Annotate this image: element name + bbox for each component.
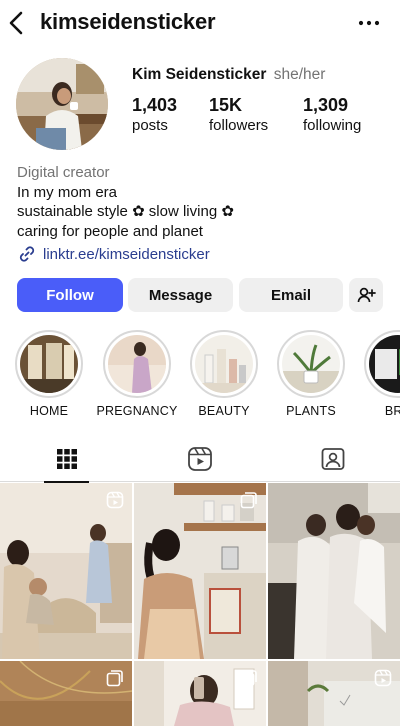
posts-grid [0, 483, 400, 726]
highlight-plants[interactable]: PLANTS [269, 330, 353, 418]
tagged-icon [321, 448, 344, 470]
highlight-plants-thumbnail [282, 335, 340, 393]
highlight-brands-thumbnail [369, 335, 400, 393]
post-thumbnail[interactable] [0, 661, 132, 726]
stat-posts[interactable]: 1,403 posts [132, 95, 177, 134]
multiple-images-icon [240, 670, 257, 687]
story-highlights: HOME PREGNANCY BEAUTY PLANTS BR [0, 330, 400, 420]
tab-posts[interactable] [0, 436, 133, 483]
bio-line: In my mom era [17, 183, 118, 201]
highlight-home[interactable]: HOME [7, 330, 91, 418]
post-thumbnail[interactable] [134, 661, 266, 726]
top-bar: kimseidensticker [0, 0, 400, 48]
profile-tabs [0, 436, 400, 483]
tab-tagged[interactable] [266, 436, 399, 482]
display-name: Kim Seidensticker [132, 66, 267, 83]
add-person-icon [357, 287, 376, 303]
bio-line: caring for people and planet [17, 222, 203, 240]
highlight-home-thumbnail [20, 335, 78, 393]
link-icon [19, 246, 35, 262]
profile-bio: Digital creator In my mom era sustainabl… [17, 163, 387, 241]
post-thumbnail[interactable] [0, 483, 132, 659]
tab-reels[interactable] [133, 436, 266, 482]
grid-icon [56, 449, 77, 469]
chevron-left-icon [9, 11, 23, 35]
bio-line: sustainable style ✿ slow living ✿ [17, 203, 234, 220]
message-button[interactable]: Message [128, 278, 233, 312]
highlight-brands[interactable]: BRA [356, 330, 400, 418]
highlight-beauty-thumbnail [195, 335, 253, 393]
more-horizontal-icon [358, 20, 380, 26]
pronouns: she/her [273, 66, 326, 83]
stat-following-label: following [303, 117, 362, 134]
stat-following[interactable]: 1,309 following [303, 95, 361, 134]
profile-name-row: Kim Seidensticker she/her [132, 66, 325, 84]
highlight-label: BEAUTY [198, 404, 250, 418]
stat-posts-label: posts [132, 117, 168, 134]
follow-button[interactable]: Follow [17, 278, 123, 312]
bio-link-text: linktr.ee/kimseidensticker [43, 245, 210, 263]
post-thumbnail[interactable] [134, 483, 266, 659]
stat-followers-label: followers [209, 117, 269, 134]
profile-username: kimseidensticker [40, 9, 216, 34]
more-options-button[interactable] [356, 10, 382, 36]
reels-icon [187, 447, 212, 471]
email-button[interactable]: Email [239, 278, 343, 312]
stat-following-value: 1,309 [303, 95, 349, 115]
stat-followers-value: 15K [209, 95, 243, 115]
stat-posts-value: 1,403 [132, 95, 178, 115]
back-button[interactable] [6, 10, 30, 38]
post-thumbnail[interactable] [268, 661, 400, 726]
highlight-label: HOME [29, 404, 69, 418]
reel-badge-icon [374, 669, 392, 687]
reel-badge-icon [106, 491, 124, 509]
suggested-people-button[interactable] [349, 278, 383, 312]
bio-category: Digital creator [17, 164, 110, 181]
stat-followers[interactable]: 15K followers [209, 95, 268, 134]
post-thumbnail[interactable] [268, 483, 400, 659]
highlight-beauty[interactable]: BEAUTY [182, 330, 266, 418]
highlight-label: PREGNANCY [96, 404, 178, 418]
multiple-images-icon [240, 492, 257, 509]
highlight-label: BRA [384, 404, 400, 418]
highlight-label: PLANTS [286, 404, 336, 418]
bio-link[interactable]: linktr.ee/kimseidensticker [17, 244, 210, 264]
highlight-pregnancy[interactable]: PREGNANCY [95, 330, 179, 418]
highlight-pregnancy-thumbnail [108, 335, 166, 393]
multiple-images-icon [106, 670, 123, 687]
profile-avatar[interactable] [16, 58, 108, 150]
